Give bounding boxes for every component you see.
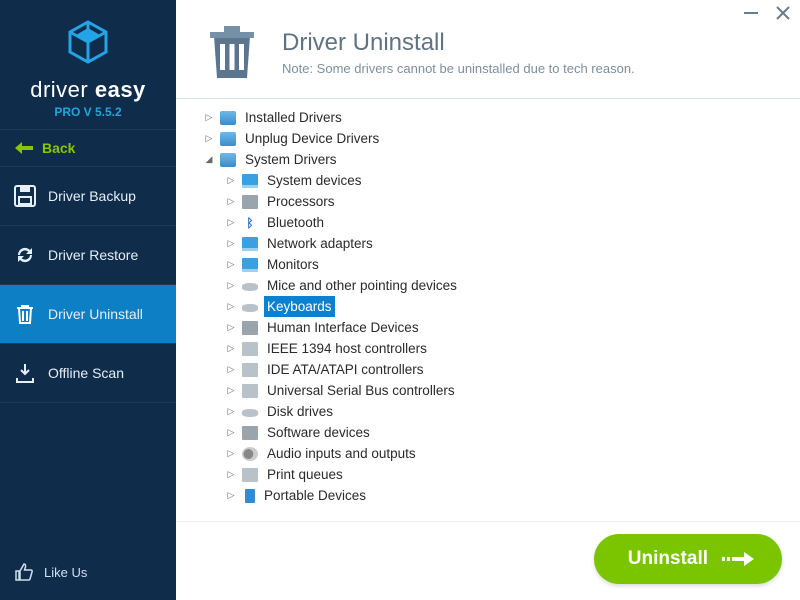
expand-icon[interactable]: ▷ xyxy=(226,464,236,485)
expand-icon[interactable]: ▷ xyxy=(204,107,214,128)
software-icon xyxy=(242,426,258,440)
expand-icon[interactable]: ▷ xyxy=(226,254,236,275)
back-button[interactable]: Back xyxy=(0,130,176,167)
download-icon xyxy=(14,362,36,384)
expand-icon[interactable]: ▷ xyxy=(226,359,236,380)
expand-icon[interactable]: ▷ xyxy=(226,212,236,233)
page-header: Driver Uninstall Note: Some drivers cann… xyxy=(176,0,800,99)
folder-icon xyxy=(220,153,236,167)
disk-icon xyxy=(242,409,258,417)
tree-item-installed-drivers[interactable]: ▷Installed Drivers xyxy=(176,107,800,128)
expand-icon[interactable]: ▷ xyxy=(226,443,236,464)
tree-item-audio[interactable]: ▷Audio inputs and outputs xyxy=(176,443,800,464)
folder-icon xyxy=(220,111,236,125)
nav-driver-uninstall[interactable]: Driver Uninstall xyxy=(0,285,176,344)
logo-area: driver easy PRO V 5.5.2 xyxy=(0,0,176,129)
nav-offline-scan[interactable]: Offline Scan xyxy=(0,344,176,403)
expand-icon[interactable]: ▷ xyxy=(226,338,236,359)
expand-icon[interactable]: ▷ xyxy=(226,191,236,212)
back-label: Back xyxy=(42,140,75,156)
uninstall-button-label: Uninstall xyxy=(628,548,708,570)
expand-icon[interactable]: ▷ xyxy=(226,233,236,254)
expand-icon[interactable]: ▷ xyxy=(226,485,236,506)
expand-icon[interactable]: ▷ xyxy=(226,317,236,338)
thumbs-up-icon xyxy=(14,562,34,582)
tree-item-monitors[interactable]: ▷Monitors xyxy=(176,254,800,275)
tree-item-system-drivers[interactable]: ◢System Drivers xyxy=(176,149,800,170)
nav-label: Driver Uninstall xyxy=(48,306,143,322)
driver-tree[interactable]: ▷Installed Drivers ▷Unplug Device Driver… xyxy=(176,99,800,521)
nav-driver-backup[interactable]: Driver Backup xyxy=(0,167,176,226)
expand-icon[interactable]: ▷ xyxy=(226,296,236,317)
folder-icon xyxy=(220,132,236,146)
brand-name: driver easy xyxy=(0,77,176,103)
like-us-label: Like Us xyxy=(44,565,87,580)
arrow-left-icon xyxy=(14,141,34,155)
mouse-icon xyxy=(242,283,258,291)
bluetooth-icon: ᛒ xyxy=(242,216,258,230)
tree-item-network[interactable]: ▷Network adapters xyxy=(176,233,800,254)
expand-icon[interactable]: ▷ xyxy=(226,170,236,191)
trash-illustration-icon xyxy=(200,20,264,84)
hid-icon xyxy=(242,321,258,335)
monitor-icon xyxy=(242,258,258,272)
tree-item-software[interactable]: ▷Software devices xyxy=(176,422,800,443)
device-icon xyxy=(242,174,258,188)
tree-item-unplug-drivers[interactable]: ▷Unplug Device Drivers xyxy=(176,128,800,149)
window-controls xyxy=(742,4,792,22)
expand-icon[interactable]: ▷ xyxy=(226,380,236,401)
network-icon xyxy=(242,237,258,251)
tree-item-diskdrives[interactable]: ▷Disk drives xyxy=(176,401,800,422)
app-logo-icon xyxy=(64,18,112,66)
nav-driver-restore[interactable]: Driver Restore xyxy=(0,226,176,285)
expand-icon[interactable]: ▷ xyxy=(204,128,214,149)
trash-icon xyxy=(14,303,36,325)
printer-icon xyxy=(242,468,258,482)
expand-icon[interactable]: ▷ xyxy=(226,401,236,422)
expand-icon[interactable]: ▷ xyxy=(226,422,236,443)
version-label: PRO V 5.5.2 xyxy=(0,105,176,119)
usb-icon xyxy=(242,384,258,398)
keyboard-icon xyxy=(242,304,258,312)
ieee1394-icon xyxy=(242,342,258,356)
uninstall-button[interactable]: Uninstall xyxy=(594,534,782,584)
footer: Uninstall xyxy=(176,521,800,600)
page-subtitle: Note: Some drivers cannot be uninstalled… xyxy=(282,61,635,76)
sidebar: driver easy PRO V 5.5.2 Back Driver Back… xyxy=(0,0,176,600)
tree-item-print[interactable]: ▷Print queues xyxy=(176,464,800,485)
tree-item-mice[interactable]: ▷Mice and other pointing devices xyxy=(176,275,800,296)
tree-item-hid[interactable]: ▷Human Interface Devices xyxy=(176,317,800,338)
tree-item-portable[interactable]: ▷Portable Devices xyxy=(176,485,800,506)
nav-label: Driver Restore xyxy=(48,247,138,263)
refresh-icon xyxy=(14,244,36,266)
floppy-icon xyxy=(14,185,36,207)
arrow-right-icon xyxy=(722,549,756,569)
portable-icon xyxy=(245,489,255,503)
nav: Driver Backup Driver Restore Driver Unin… xyxy=(0,167,176,403)
audio-icon xyxy=(242,447,258,461)
ide-icon xyxy=(242,363,258,377)
tree-item-bluetooth[interactable]: ▷ᛒBluetooth xyxy=(176,212,800,233)
close-button[interactable] xyxy=(774,4,792,22)
collapse-icon[interactable]: ◢ xyxy=(204,149,214,170)
tree-item-ieee1394[interactable]: ▷IEEE 1394 host controllers xyxy=(176,338,800,359)
nav-label: Offline Scan xyxy=(48,365,124,381)
tree-item-usb[interactable]: ▷Universal Serial Bus controllers xyxy=(176,380,800,401)
expand-icon[interactable]: ▷ xyxy=(226,275,236,296)
page-title: Driver Uninstall xyxy=(282,29,635,57)
tree-item-keyboards[interactable]: ▷Keyboards xyxy=(176,296,800,317)
main-panel: Driver Uninstall Note: Some drivers cann… xyxy=(176,0,800,600)
nav-label: Driver Backup xyxy=(48,188,136,204)
tree-item-processors[interactable]: ▷Processors xyxy=(176,191,800,212)
like-us-button[interactable]: Like Us xyxy=(0,544,176,600)
minimize-button[interactable] xyxy=(742,4,760,22)
tree-item-ide[interactable]: ▷IDE ATA/ATAPI controllers xyxy=(176,359,800,380)
processor-icon xyxy=(242,195,258,209)
tree-item-system-devices[interactable]: ▷System devices xyxy=(176,170,800,191)
